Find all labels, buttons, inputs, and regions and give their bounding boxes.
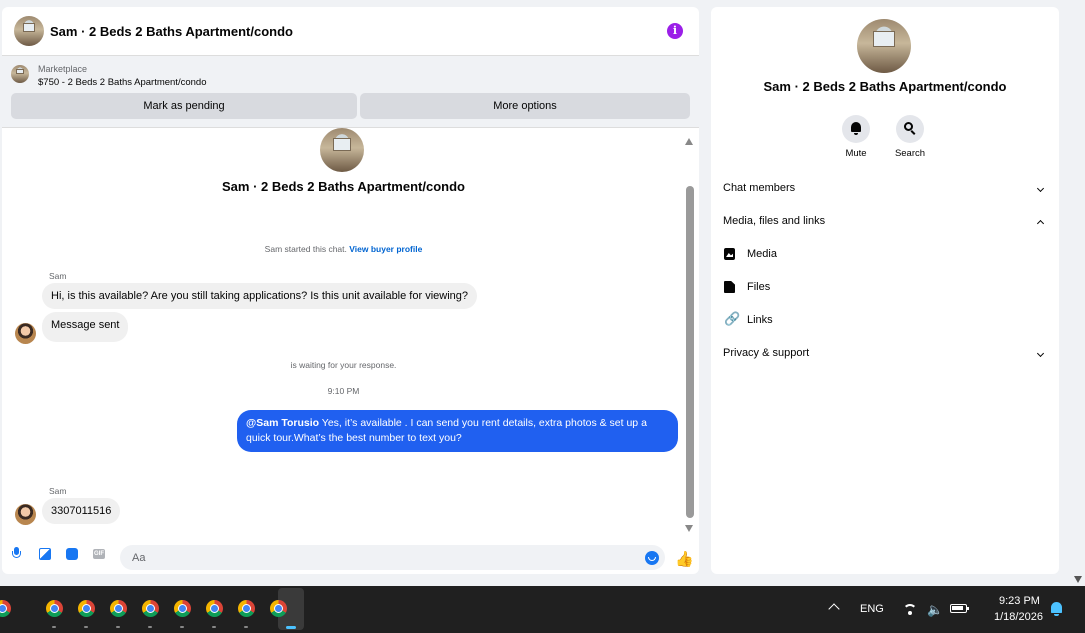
battery-icon[interactable] <box>950 604 969 613</box>
scroll-down-arrow-icon[interactable] <box>685 525 693 532</box>
listing-price[interactable]: $750 - 2 Beds 2 Baths Apartment/condo <box>38 77 206 88</box>
links-item[interactable]: 🔗 Links <box>723 310 1047 332</box>
message-timestamp: 9:10 PM <box>327 386 360 396</box>
chat-members-label: Chat members <box>723 182 796 194</box>
sender-avatar[interactable] <box>15 323 36 344</box>
links-label: Links <box>747 314 773 326</box>
more-options-button[interactable]: More options <box>360 93 690 119</box>
browser-app-icon[interactable] <box>78 600 95 617</box>
mute-action[interactable]: Mute <box>826 115 886 159</box>
details-title: Sam · 2 Beds 2 Baths Apartment/condo <box>763 79 1007 94</box>
sender-name: Sam <box>49 486 67 496</box>
sender-name: Sam <box>49 271 67 281</box>
privacy-support-section[interactable]: Privacy & support <box>723 343 1047 365</box>
chat-members-section[interactable]: Chat members <box>723 178 1047 200</box>
mic-icon[interactable] <box>12 547 21 559</box>
browser-app-icon[interactable] <box>174 600 191 617</box>
privacy-support-label: Privacy & support <box>723 347 810 359</box>
info-icon[interactable]: i <box>667 23 683 39</box>
message-list[interactable]: Sam · 2 Beds 2 Baths Apartment/condo Sam… <box>2 128 699 538</box>
running-app-dot <box>52 626 56 628</box>
bell-icon <box>851 122 861 135</box>
mark-as-pending-button[interactable]: Mark as pending <box>11 93 357 119</box>
media-item[interactable]: Media <box>723 244 1047 266</box>
sticker-icon[interactable] <box>66 548 78 560</box>
running-app-dot <box>116 626 120 628</box>
browser-app-icon[interactable] <box>110 600 127 617</box>
browser-app-icon[interactable] <box>142 600 159 617</box>
listing-avatar[interactable] <box>14 16 44 46</box>
image-icon <box>724 248 735 260</box>
link-icon: 🔗 <box>724 311 741 326</box>
search-icon <box>904 122 913 131</box>
running-app-dot <box>180 626 184 628</box>
incoming-message[interactable]: 3307011516 <box>42 498 121 524</box>
scroll-up-arrow-icon[interactable] <box>685 138 693 145</box>
conversation-avatar <box>320 128 364 172</box>
sender-avatar[interactable] <box>15 504 36 525</box>
incoming-message[interactable]: Message sent <box>42 312 129 342</box>
mute-button[interactable] <box>842 115 870 143</box>
emoji-icon[interactable] <box>645 551 659 565</box>
chat-started-notice: Sam started this chat. View buyer profil… <box>2 244 685 254</box>
scrollbar-thumb[interactable] <box>686 186 694 518</box>
incoming-message[interactable]: Hi, is this available? Are you still tak… <box>42 283 477 309</box>
marketplace-strip: Marketplace $750 - 2 Beds 2 Baths Apartm… <box>2 56 699 128</box>
mute-label: Mute <box>845 148 867 159</box>
running-app-dot <box>148 626 152 628</box>
chat-started-text: Sam started this chat. <box>264 244 347 254</box>
conversation-title: Sam · 2 Beds 2 Baths Apartment/condo <box>222 179 465 194</box>
chevron-down-icon <box>1036 349 1045 358</box>
browser-app-icon[interactable] <box>270 600 287 617</box>
browser-app-icon[interactable] <box>206 600 223 617</box>
running-app-dot <box>84 626 88 628</box>
search-label: Search <box>894 148 926 159</box>
marketplace-label: Marketplace <box>38 64 88 74</box>
speaker-icon[interactable]: 🔈 <box>927 602 943 618</box>
show-hidden-icons-icon[interactable] <box>828 603 840 615</box>
photo-icon[interactable] <box>39 548 51 560</box>
chat-title[interactable]: Sam · 2 Beds 2 Baths Apartment/condo <box>50 24 293 39</box>
message-input[interactable] <box>120 545 665 570</box>
message-composer: GIF 👍 <box>2 538 699 574</box>
file-icon <box>724 281 735 293</box>
listing-thumbnail[interactable] <box>11 65 29 83</box>
clock-date[interactable]: 1/18/2026 <box>994 611 1043 623</box>
waiting-notice: is waiting for your response. <box>290 360 397 370</box>
files-label: Files <box>747 281 771 293</box>
clock-time[interactable]: 9:23 PM <box>999 595 1040 607</box>
outgoing-message[interactable]: @Sam Torusio Yes, it’s available . I can… <box>237 410 678 452</box>
active-app-indicator <box>286 626 296 629</box>
media-label: Media <box>747 248 777 260</box>
conversation-details-panel: Sam · 2 Beds 2 Baths Apartment/condo Mut… <box>711 7 1059 574</box>
chevron-up-icon <box>1036 219 1045 228</box>
page-scroll-down-arrow-icon[interactable] <box>1074 576 1082 583</box>
media-files-links-section[interactable]: Media, files and links <box>723 211 1047 233</box>
taskbar: ENG 🔈 9:23 PM 1/18/2026 <box>0 586 1085 633</box>
browser-app-icon[interactable] <box>238 600 255 617</box>
gif-icon[interactable]: GIF <box>93 549 105 559</box>
view-buyer-profile-link[interactable]: View buyer profile <box>349 244 422 254</box>
message-scrollbar[interactable] <box>685 138 695 532</box>
notification-bell-icon[interactable] <box>1051 602 1062 616</box>
browser-app-icon[interactable] <box>46 600 63 617</box>
search-action[interactable]: Search <box>880 115 940 159</box>
mention[interactable]: @Sam Torusio <box>246 417 319 429</box>
media-files-links-label: Media, files and links <box>723 215 826 227</box>
chat-panel: Sam · 2 Beds 2 Baths Apartment/condo i M… <box>2 7 699 574</box>
language-indicator[interactable]: ENG <box>860 603 884 615</box>
like-icon[interactable]: 👍 <box>675 550 694 568</box>
details-avatar[interactable] <box>857 19 911 73</box>
chat-header: Sam · 2 Beds 2 Baths Apartment/condo i <box>2 7 699 56</box>
search-button[interactable] <box>896 115 924 143</box>
files-item[interactable]: Files <box>723 277 1047 299</box>
running-app-dot <box>212 626 216 628</box>
wifi-icon[interactable] <box>903 602 917 616</box>
chevron-down-icon <box>1036 184 1045 193</box>
browser-app-icon[interactable] <box>0 600 11 617</box>
running-app-dot <box>244 626 248 628</box>
